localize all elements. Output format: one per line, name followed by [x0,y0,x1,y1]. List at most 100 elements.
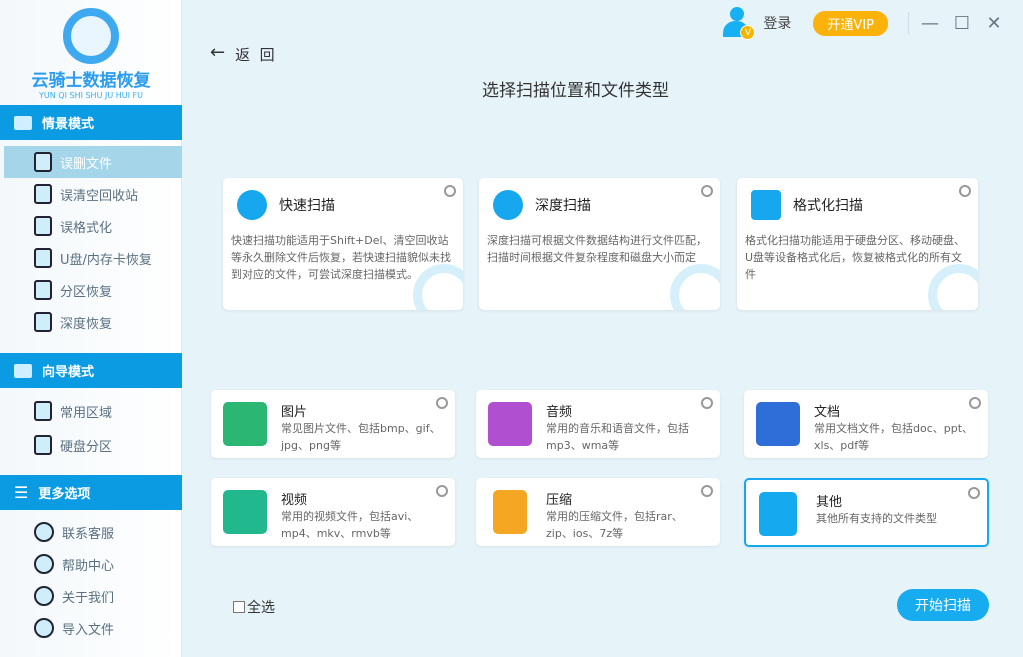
back-label: 返 回 [235,46,275,64]
signpost-icon [14,363,32,378]
sidebar-item-common-areas[interactable]: 常用区域 [4,395,182,427]
recycle-bin-icon [34,184,52,204]
item-label: 分区恢复 [60,284,113,300]
app-name: 云骑士数据恢复 [31,71,151,91]
windows-monitor-icon [34,401,52,421]
top-bar: V 登录 开通VIP — ☐ ✕ [723,0,1023,46]
radio-button[interactable] [436,485,448,497]
radar-icon [493,190,523,220]
import-file-icon [34,618,54,638]
file-type-other[interactable]: 其他 其他所有支持的文件类型 [744,478,989,547]
login-link[interactable]: 登录 [763,13,791,33]
sidebar-item-disk-partition[interactable]: 硬盘分区 [4,429,182,461]
zip-icon [493,490,527,534]
checkbox[interactable] [233,601,245,613]
scan-mode-deep[interactable]: 深度扫描 深度扫描可根据文件数据结构进行文件匹配，扫描时间根据文件复杂程度和磁盘… [479,178,720,310]
help-icon [34,554,54,574]
file-type-audio[interactable]: 音频 常用的音乐和语音文件，包括mp3、wma等 [476,390,720,458]
menu-icon: ☰ [14,483,29,502]
sidebar-item-deep-recovery[interactable]: 深度恢复 [4,306,182,338]
radio-button[interactable] [969,397,981,409]
radio-button[interactable] [959,185,971,197]
item-label: 导入文件 [62,622,115,638]
app-logo: 云骑士数据恢复 YUN QI SHI SHU JU HUI FU [0,8,182,100]
disk-icon [34,435,52,455]
file-type-archive[interactable]: 压缩 常用的压缩文件，包括rar、zip、ios、7z等 [476,478,720,546]
info-icon [34,586,54,606]
close-button[interactable]: ✕ [983,13,1005,34]
type-name: 其他 [816,495,843,510]
minimize-button[interactable]: — [919,13,941,34]
type-desc: 常用的音乐和语音文件，包括mp3、wma等 [546,422,689,452]
file-type-video[interactable]: 视频 常用的视频文件，包括avi、mp4、mkv、rmvb等 [211,478,455,546]
sidebar-item-contact[interactable]: 联系客服 [4,516,182,548]
scan-mode-quick[interactable]: 快速扫描 快速扫描功能适用于Shift+Del、清空回收站等永久删除文件后恢复，… [223,178,463,310]
type-desc: 常用的压缩文件，包括rar、zip、ios、7z等 [546,510,683,540]
select-all-checkbox[interactable]: 全选 [233,597,275,617]
file-type-document[interactable]: 文档 常用文档文件，包括doc、ppt、xls、pdf等 [744,390,988,458]
scan-mode-format[interactable]: 格式化扫描 格式化扫描功能适用于硬盘分区、移动硬盘、U盘等设备格式化后，恢复被格… [737,178,978,310]
sd-card-icon [34,248,52,268]
music-icon [488,402,532,446]
sidebar-item-formatted[interactable]: 误格式化 [4,210,182,242]
radio-button[interactable] [444,185,456,197]
section-scenario-mode[interactable]: 情景模式 [0,105,182,140]
maximize-button[interactable]: ☐ [951,13,973,34]
back-button[interactable]: ← 返 回 [210,44,275,65]
item-label: 深度恢复 [60,316,113,332]
format-drive-icon [751,190,781,220]
logo-icon [63,8,119,64]
start-scan-button[interactable]: 开始扫描 [897,589,989,621]
scan-name: 深度扫描 [535,198,591,214]
other-file-icon [759,492,797,536]
vip-button[interactable]: 开通VIP [813,10,888,36]
section-label: 情景模式 [42,117,95,132]
trash-restore-icon [34,312,52,332]
sidebar-item-deleted-files[interactable]: 误删文件 [4,146,182,178]
sidebar-item-usb-card[interactable]: U盘/内存卡恢复 [4,242,182,274]
type-name: 图片 [281,405,308,420]
radio-button[interactable] [968,487,980,499]
radio-button[interactable] [701,397,713,409]
type-name: 文档 [814,405,841,420]
scan-name: 快速扫描 [279,198,335,214]
phone-icon [34,522,54,542]
rocket-icon [237,190,267,220]
radio-button[interactable] [701,185,713,197]
disk-icon [34,280,52,300]
document-icon [756,402,800,446]
image-icon [223,402,267,446]
section-label: 向导模式 [42,365,95,380]
item-label: 误删文件 [60,156,113,172]
sidebar-item-about[interactable]: 关于我们 [4,580,182,612]
user-avatar-icon[interactable]: V [723,7,756,40]
monitor-icon [14,115,32,130]
type-desc: 其他所有支持的文件类型 [816,512,937,525]
sidebar-item-import[interactable]: 导入文件 [4,612,182,644]
item-label: 常用区域 [60,405,113,421]
scan-desc: 快速扫描功能适用于Shift+Del、清空回收站等永久删除文件后恢复，若快速扫描… [231,234,451,281]
back-arrow-icon: ← [210,42,226,63]
scan-name: 格式化扫描 [793,198,863,214]
scan-desc: 深度扫描可根据文件数据结构进行文件匹配，扫描时间根据文件复杂程度和磁盘大小而定 [487,234,707,264]
file-type-image[interactable]: 图片 常见图片文件、包括bmp、gif、jpg、png等 [211,390,455,458]
item-label: 帮助中心 [62,558,115,574]
section-more-options[interactable]: ☰ 更多选项 [0,475,182,510]
section-wizard-mode[interactable]: 向导模式 [0,353,182,388]
sidebar-item-recycle-bin[interactable]: 误清空回收站 [4,178,182,210]
divider [908,12,909,34]
floppy-icon [34,216,52,236]
item-label: 硬盘分区 [60,439,113,455]
video-icon [223,490,267,534]
sidebar-item-help[interactable]: 帮助中心 [4,548,182,580]
sidebar-item-partition[interactable]: 分区恢复 [4,274,182,306]
type-desc: 常见图片文件、包括bmp、gif、jpg、png等 [281,422,441,452]
radio-button[interactable] [701,485,713,497]
section-label: 更多选项 [38,487,91,502]
watermark-icon [670,264,720,310]
item-label: 联系客服 [62,526,115,542]
vip-badge: V [740,25,756,40]
radio-button[interactable] [436,397,448,409]
app-pinyin: YUN QI SHI SHU JU HUI FU [39,91,143,100]
item-label: U盘/内存卡恢复 [60,252,152,268]
